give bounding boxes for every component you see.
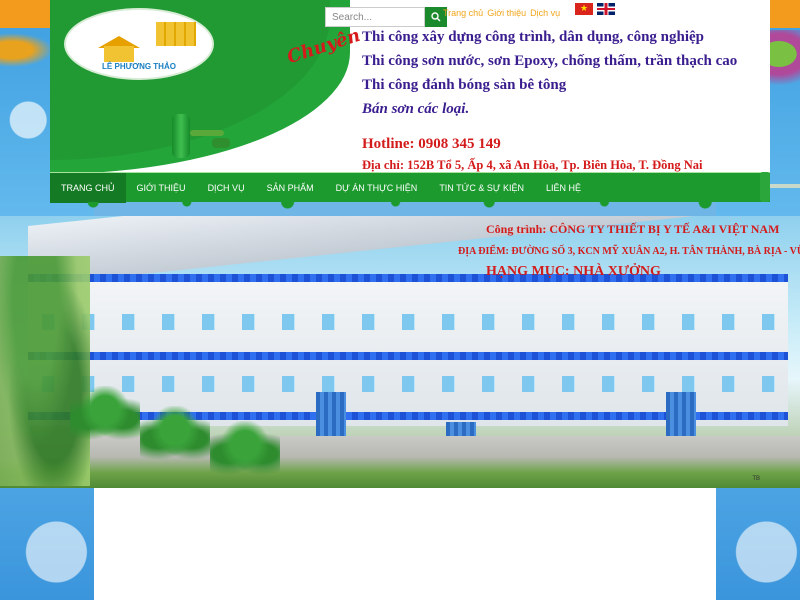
project-category: HẠNG MỤC: NHÀ XƯỞNG bbox=[486, 264, 661, 279]
palm-tree-icon bbox=[140, 406, 210, 466]
nav-item-projects[interactable]: Dự án thực hiện bbox=[325, 173, 429, 203]
vietnamese-flag-icon[interactable]: ★ bbox=[575, 3, 593, 15]
service-item: Thi công xây dựng công trình, dân dụng, … bbox=[362, 29, 705, 45]
search-bar bbox=[325, 7, 447, 27]
main-content-area bbox=[94, 488, 716, 600]
nav-paint-drips bbox=[50, 202, 770, 216]
nav-item-services[interactable]: Dịch vụ bbox=[197, 173, 256, 203]
service-item: Thi công sơn nước, sơn Epoxy, chống thấm… bbox=[362, 53, 738, 69]
service-item: Bán sơn các loại. bbox=[362, 101, 470, 117]
logo-name: LÊ PHƯƠNG THẢO bbox=[102, 62, 176, 71]
address: Địa chỉ: 152B Tổ 5, Ấp 4, xã An Hòa, Tp.… bbox=[362, 158, 703, 172]
top-links: Trang chủ Giới thiệu Dịch vụ bbox=[443, 8, 560, 18]
logo-buildings-icon bbox=[156, 22, 196, 46]
project-location: ĐỊA ĐIỂM: ĐƯỜNG SỐ 3, KCN MỸ XUÂN A2, H.… bbox=[458, 246, 800, 257]
hotline: Hotline: 0908 345 149 bbox=[362, 136, 501, 152]
search-icon bbox=[431, 12, 441, 22]
factory-stripe bbox=[28, 352, 788, 360]
nav-item-contact[interactable]: Liên hệ bbox=[535, 173, 592, 203]
factory-door bbox=[316, 392, 346, 436]
language-switcher: ★ bbox=[575, 3, 615, 15]
palm-tree-icon bbox=[70, 386, 140, 446]
project-name: Công trình: CÔNG TY THIẾT BỊ Y TẾ A&I VI… bbox=[486, 222, 780, 236]
english-flag-icon[interactable] bbox=[597, 3, 615, 15]
factory-stripe bbox=[28, 274, 788, 282]
site-header: LÊ PHƯƠNG THẢO Trang chủ Giới thiệu Dịch… bbox=[50, 0, 770, 174]
site-logo[interactable]: LÊ PHƯƠNG THẢO bbox=[64, 8, 214, 80]
nav-paint-roller-icon bbox=[760, 168, 800, 204]
palm-tree-icon bbox=[210, 421, 280, 481]
services-list: Thi công xây dựng công trình, dân dụng, … bbox=[362, 30, 737, 126]
nav-item-products[interactable]: Sản phẩm bbox=[256, 173, 325, 203]
logo-house-icon bbox=[104, 46, 134, 62]
factory-door bbox=[666, 392, 696, 436]
hero-banner: Công trình: CÔNG TY THIẾT BỊ Y TẾ A&I VI… bbox=[0, 216, 800, 488]
top-link-home[interactable]: Trang chủ bbox=[443, 8, 483, 18]
factory-windows-row bbox=[28, 314, 788, 330]
banner-watermark: TB bbox=[752, 476, 760, 482]
trees-left bbox=[0, 256, 90, 486]
top-link-services[interactable]: Dịch vụ bbox=[530, 8, 560, 18]
search-input[interactable] bbox=[325, 7, 425, 27]
paint-roller-icon bbox=[172, 112, 230, 162]
main-nav: Trang chủ Giới thiệu Dịch vụ Sản phẩm Dự… bbox=[50, 172, 770, 203]
nav-item-home[interactable]: Trang chủ bbox=[50, 172, 126, 203]
factory-windows-row bbox=[28, 376, 788, 392]
nav-item-about[interactable]: Giới thiệu bbox=[126, 173, 197, 203]
top-link-about[interactable]: Giới thiệu bbox=[487, 8, 526, 18]
service-item: Thi công đánh bóng sàn bê tông bbox=[362, 77, 567, 93]
nav-item-news[interactable]: Tin tức & sự kiện bbox=[428, 173, 535, 203]
